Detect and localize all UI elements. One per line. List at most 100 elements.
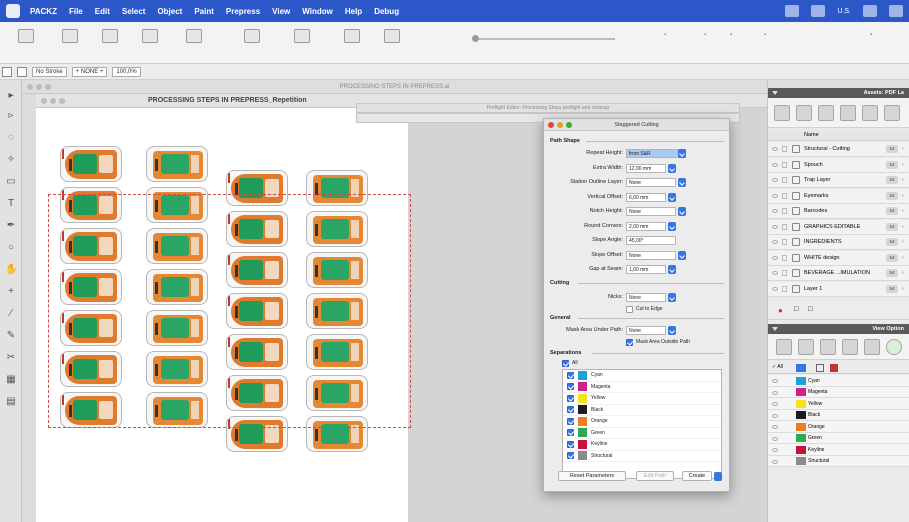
eye-icon[interactable]	[772, 459, 778, 464]
eye-icon[interactable]	[772, 425, 778, 429]
eye-icon[interactable]	[772, 402, 778, 406]
layer-row[interactable]: Eyemarks 54 ›	[768, 188, 909, 204]
toolbar-button-4[interactable]	[128, 26, 172, 60]
separation-checkbox[interactable]	[567, 371, 574, 379]
toolbar-button-9[interactable]	[370, 26, 414, 60]
layer-row[interactable]: WHITE design 54 ›	[768, 250, 909, 266]
dialog-field-value[interactable]: 45,00°	[626, 236, 676, 245]
menu-item[interactable]: Select	[116, 7, 152, 16]
station-label[interactable]	[60, 146, 122, 182]
layer-more-icon[interactable]: ›	[902, 286, 904, 292]
stroke-swatch[interactable]	[17, 66, 27, 77]
text-tool-icon[interactable]: T	[5, 198, 17, 210]
view-ink-row[interactable]: Magenta	[768, 386, 909, 398]
images-icon[interactable]	[840, 105, 856, 121]
view-ink-row[interactable]: Orange	[768, 421, 909, 433]
lock-icon[interactable]	[782, 161, 787, 168]
separation-row[interactable]: Black	[563, 405, 721, 416]
separation-checkbox[interactable]	[567, 383, 574, 391]
view-all-checkbox[interactable]: ✓ All	[772, 364, 783, 370]
layers-icon[interactable]	[818, 105, 834, 121]
view-mode-icon[interactable]	[816, 364, 824, 372]
eye-icon[interactable]	[772, 286, 778, 291]
user-icon[interactable]	[884, 105, 900, 121]
zoom-tool-icon[interactable]: ○	[5, 242, 17, 254]
toolbar-slider[interactable]	[472, 35, 615, 42]
layer-more-icon[interactable]: ›	[902, 224, 904, 230]
measure-tool-icon[interactable]: +	[5, 286, 17, 298]
layer-more-icon[interactable]: ›	[902, 177, 904, 183]
separation-row[interactable]: Magenta	[563, 382, 721, 393]
cut-to-edge-row[interactable]: Cut to Edge	[626, 305, 662, 313]
menu-item[interactable]: File	[63, 7, 89, 16]
eye-icon[interactable]	[772, 224, 778, 229]
fill-swatch[interactable]	[2, 66, 12, 77]
separation-row[interactable]: Green	[563, 428, 721, 439]
layer-row[interactable]: Structural - Cutting 54 ›	[768, 142, 909, 157]
structure-icon[interactable]	[864, 339, 880, 355]
view-panel-header[interactable]: View Option	[768, 324, 909, 334]
separation-row[interactable]: Keyline	[563, 439, 721, 451]
layer-row[interactable]: Layer 1 54 ›	[768, 281, 909, 297]
separation-checkbox[interactable]	[567, 394, 574, 402]
eye-icon[interactable]	[772, 209, 778, 213]
cut-to-edge-checkbox[interactable]	[626, 305, 633, 313]
lock-icon[interactable]	[782, 208, 787, 214]
overprint-icon[interactable]	[820, 339, 836, 355]
layer-more-icon[interactable]: ›	[902, 255, 904, 261]
name-column-header[interactable]: Name	[804, 132, 819, 138]
separation-checkbox[interactable]	[567, 429, 574, 437]
eye-icon[interactable]	[772, 255, 778, 260]
preview-icon[interactable]	[776, 339, 792, 355]
layer-row[interactable]: Trap Layer 54 ›	[768, 173, 909, 188]
toolbar-button-13[interactable]: ▪	[764, 32, 766, 38]
eye-icon[interactable]	[772, 178, 778, 182]
layer-more-icon[interactable]: ›	[902, 146, 904, 152]
selection-tool-icon[interactable]: ▸	[5, 90, 17, 102]
eye-icon[interactable]	[772, 379, 778, 383]
eye-icon[interactable]	[772, 390, 778, 395]
knife-tool-icon[interactable]: ✂	[5, 352, 17, 364]
view-ink-row[interactable]: Yellow	[768, 398, 909, 410]
dialog-field-value[interactable]: 12,00 mm	[626, 163, 666, 173]
barcode-icon[interactable]	[862, 105, 878, 121]
popup-arrow-icon[interactable]	[678, 178, 686, 187]
layer-more-icon[interactable]: ›	[902, 239, 904, 245]
popup-arrow-icon[interactable]	[668, 192, 676, 202]
separation-row[interactable]: Orange	[563, 416, 721, 428]
eye-icon[interactable]	[772, 436, 778, 441]
mask-outside-row[interactable]: Mask Area Outside Path	[626, 338, 690, 346]
menu-item[interactable]: Debug	[368, 7, 405, 16]
dialog-field-value[interactable]: from S&R	[626, 149, 686, 158]
separation-checkbox[interactable]	[567, 452, 574, 460]
dialog-field-value[interactable]: 6,00 mm	[626, 192, 666, 202]
view-ink-row[interactable]: Cyan	[768, 375, 909, 387]
popup-arrow-icon[interactable]	[668, 221, 676, 231]
list-view-icon[interactable]	[774, 105, 790, 121]
target-icon[interactable]	[886, 339, 902, 355]
eye-icon[interactable]	[772, 162, 778, 167]
layer-row[interactable]: GRAPHICS EDITABLE 54 ›	[768, 219, 909, 235]
menu-item[interactable]: PACKZ	[24, 7, 63, 16]
dialog-field-value[interactable]: None	[626, 207, 676, 216]
user-icon[interactable]	[811, 5, 826, 17]
layers-panel-header[interactable]: Assets: PDF La	[768, 88, 909, 98]
menu-item[interactable]: Window	[296, 7, 339, 16]
mask-under-popup-icon[interactable]	[668, 326, 676, 335]
eye-icon[interactable]	[772, 413, 778, 418]
window-controls[interactable]	[41, 98, 65, 104]
lock-icon[interactable]	[782, 239, 787, 245]
eye-icon[interactable]	[772, 448, 778, 452]
pen-tool-icon[interactable]: ✒	[5, 220, 17, 232]
separation-row[interactable]: Structural	[563, 451, 721, 462]
lock-icon[interactable]	[782, 270, 787, 276]
panel-window-titlebar[interactable]	[768, 80, 909, 88]
layer-row[interactable]: Barcodes 54 ›	[768, 204, 909, 219]
lock-icon[interactable]	[782, 146, 787, 152]
separation-checkbox[interactable]	[567, 440, 574, 448]
wifi-icon[interactable]	[863, 5, 877, 17]
toolbar-button-14[interactable]: ▪	[870, 32, 872, 38]
view-ink-row[interactable]: Keyline	[768, 444, 909, 456]
apple-icon[interactable]	[6, 4, 20, 18]
toolbar-button-2[interactable]	[48, 26, 92, 60]
